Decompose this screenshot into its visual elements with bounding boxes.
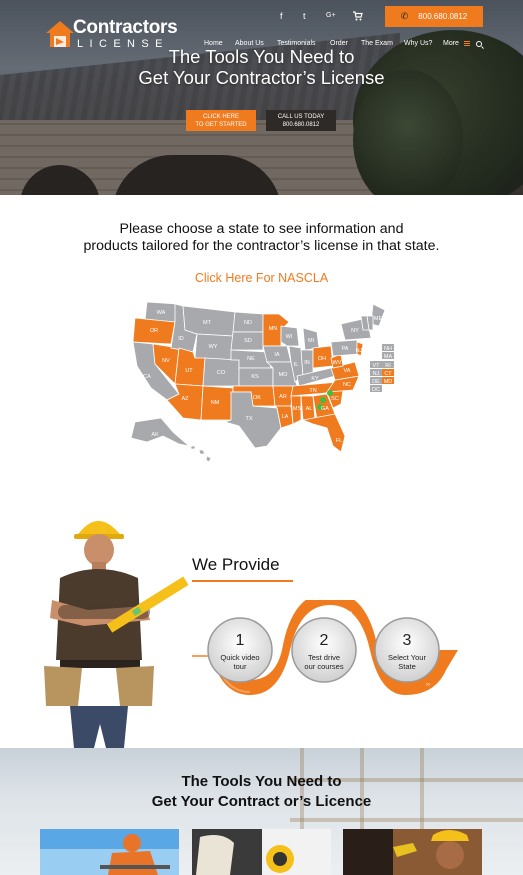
state-AK: [130, 417, 191, 447]
svg-text:SC: SC: [331, 396, 339, 402]
step-2-label-line1: Test drive: [307, 653, 341, 662]
call-us-button[interactable]: CALL US TODAY 800.680.0812: [266, 110, 336, 131]
svg-text:PA: PA: [342, 346, 349, 352]
svg-text:NH: NH: [384, 346, 392, 352]
step-1-number: 1: [235, 632, 245, 649]
svg-text:IL: IL: [294, 362, 299, 368]
step-2-label-line2: our courses: [304, 662, 344, 671]
step-2-number: 2: [319, 632, 329, 649]
svg-text:NJ: NJ: [373, 371, 380, 377]
nascla-link[interactable]: Click Here For NASCLA: [0, 271, 523, 285]
svg-text:LA: LA: [282, 414, 289, 420]
svg-text:DE: DE: [372, 379, 380, 385]
svg-text:OH: OH: [318, 356, 326, 362]
svg-text:GA: GA: [321, 406, 329, 412]
hero-title: The Tools You Need to Get Your Contracto…: [138, 46, 385, 88]
svg-text:CA: CA: [143, 374, 151, 380]
we-provide-underline: [192, 580, 293, 582]
svg-text:WV: WV: [333, 360, 342, 366]
svg-text:DC: DC: [372, 387, 380, 393]
get-started-button[interactable]: CLICK HERE TO GET STARTED: [186, 110, 256, 131]
step-3[interactable]: 3 Select Your State: [375, 632, 439, 671]
svg-text:ND: ND: [244, 320, 252, 326]
svg-text:WA: WA: [157, 310, 166, 316]
svg-text:CT: CT: [384, 371, 392, 377]
state-FL: [301, 413, 346, 453]
svg-text:››: ››: [348, 610, 352, 616]
svg-text:ME: ME: [374, 316, 383, 322]
house-logo-icon: [46, 21, 74, 47]
phone-icon: ✆: [400, 11, 409, 21]
facebook-icon[interactable]: f: [280, 11, 283, 21]
step-3-number: 3: [402, 632, 412, 649]
svg-text:››: ››: [426, 682, 430, 688]
step-1-label-line2: tour: [233, 662, 247, 671]
svg-text:NJ: NJ: [356, 348, 363, 354]
svg-text:NC: NC: [343, 382, 351, 388]
svg-text:MD: MD: [384, 379, 393, 385]
phone-button[interactable]: ✆ 800.680.0812: [385, 6, 483, 27]
svg-text:WY: WY: [209, 344, 218, 350]
svg-text:NE: NE: [247, 356, 255, 362]
twitter-icon[interactable]: t: [303, 11, 306, 21]
google-plus-icon[interactable]: G+: [326, 12, 336, 19]
svg-text:NV: NV: [162, 358, 170, 364]
svg-text:MT: MT: [203, 320, 212, 326]
svg-text:TX: TX: [245, 416, 252, 422]
construction-worker-image: [44, 521, 188, 748]
svg-text:IA: IA: [274, 352, 280, 358]
tools-card-2-image[interactable]: [192, 829, 331, 875]
svg-text:VA: VA: [344, 368, 351, 374]
we-provide-title: We Provide: [192, 555, 280, 574]
map-marker: [320, 397, 326, 403]
svg-text:MO: MO: [279, 372, 289, 378]
svg-text:ID: ID: [178, 336, 184, 342]
state-HI: [190, 445, 212, 463]
svg-text:KY: KY: [311, 376, 319, 382]
svg-text:AR: AR: [279, 394, 287, 400]
step-3-label-line2: State: [398, 662, 416, 671]
svg-text:RI: RI: [385, 363, 391, 369]
svg-text:KS: KS: [251, 374, 259, 380]
svg-text:WI: WI: [286, 334, 293, 340]
tools-section-title: The Tools You Need to Get Your Contract …: [151, 773, 372, 810]
cart-icon[interactable]: [353, 11, 363, 21]
svg-text:UT: UT: [185, 368, 193, 374]
us-state-map[interactable]: WA OR CA NV ID MT WY UT AZ CO NM ND SD NE KS OK TX M…: [127, 296, 397, 464]
svg-text:CO: CO: [217, 370, 226, 376]
phone-button-label: 800.680.0812: [418, 12, 468, 21]
svg-text:TN: TN: [309, 388, 316, 394]
svg-text:FL: FL: [336, 438, 342, 444]
svg-text:NY: NY: [351, 328, 359, 334]
step-1[interactable]: 1 Quick video tour: [208, 632, 272, 671]
logo-word-contractors: Contractors: [73, 17, 178, 38]
svg-text:IN: IN: [304, 360, 310, 366]
svg-text:MA: MA: [384, 354, 393, 360]
svg-text:AZ: AZ: [181, 396, 189, 402]
svg-text:VT: VT: [372, 363, 380, 369]
svg-text:OK: OK: [253, 395, 261, 401]
svg-text:›› ››: ›› ››: [198, 662, 208, 668]
svg-text:MI: MI: [308, 338, 315, 344]
step-1-label-line1: Quick video: [220, 653, 260, 662]
svg-text:MN: MN: [269, 326, 278, 332]
svg-text:SD: SD: [244, 338, 252, 344]
svg-text:MS: MS: [293, 406, 302, 412]
tools-card-3-image[interactable]: [343, 829, 482, 875]
state-intro-text: Please choose a state to see information…: [83, 221, 440, 254]
tools-card-1-image[interactable]: [40, 829, 179, 875]
svg-text:AK: AK: [151, 432, 159, 438]
svg-text:OR: OR: [150, 328, 158, 334]
step-3-label-line1: Select Your: [388, 653, 426, 662]
svg-text:NM: NM: [211, 400, 220, 406]
step-2[interactable]: 2 Test drive our courses: [292, 632, 356, 671]
svg-text:AL: AL: [306, 406, 313, 412]
